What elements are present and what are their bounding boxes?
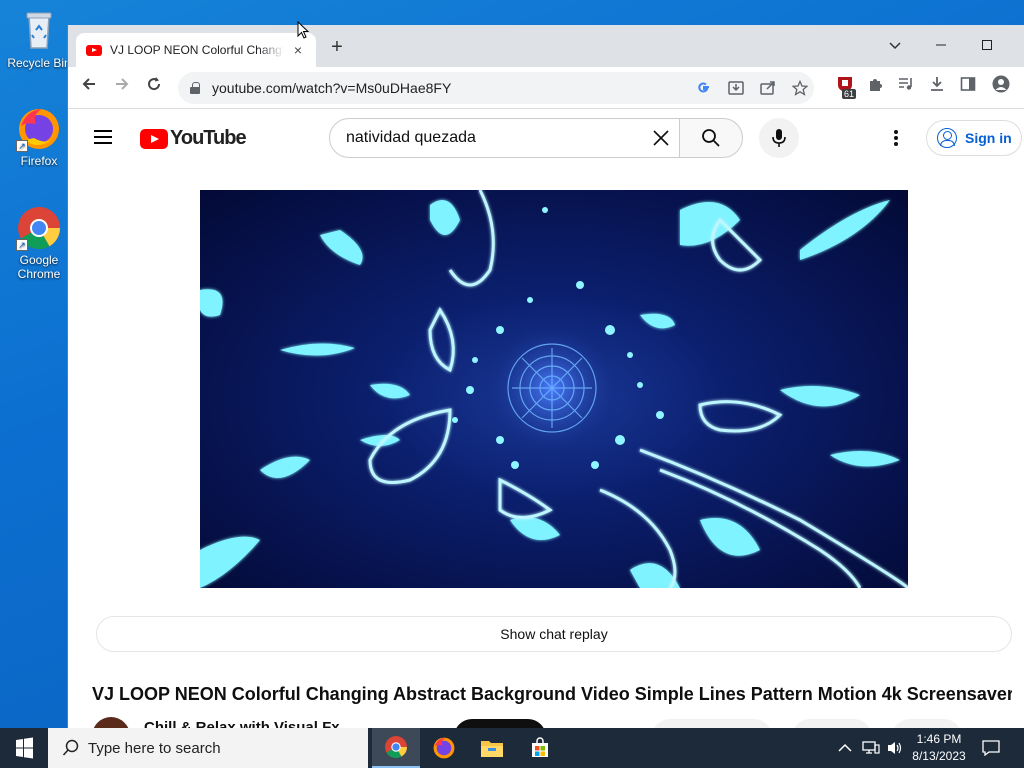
- settings-more-icon[interactable]: [884, 128, 908, 152]
- search-icon: [62, 739, 79, 756]
- taskbar-firefox[interactable]: [420, 728, 468, 768]
- youtube-header: YouTube natividad quezada Sign in: [68, 110, 1024, 166]
- notification-center-icon[interactable]: [982, 728, 1000, 768]
- channel-row: Chill & Relax with Visual Fx: [92, 715, 1022, 728]
- taskbar-search-placeholder: Type here to search: [88, 739, 221, 757]
- folder-icon: [481, 741, 503, 757]
- chrome-icon: [385, 736, 407, 758]
- youtube-favicon-icon: [86, 44, 102, 56]
- taskbar-microsoft-store[interactable]: [516, 728, 564, 768]
- desktop-icon-label: Recycle Bin: [7, 56, 71, 70]
- channel-avatar[interactable]: [92, 717, 130, 728]
- firefox-icon: ↗: [16, 106, 62, 152]
- google-lens-icon[interactable]: [694, 80, 714, 100]
- search-input[interactable]: natividad quezada: [329, 118, 680, 158]
- search-query: natividad quezada: [346, 129, 476, 146]
- desktop-icon-firefox[interactable]: ↗ Firefox: [6, 106, 72, 168]
- clock-date: 8/13/2023: [912, 749, 966, 763]
- minimize-button[interactable]: [918, 31, 964, 59]
- desktop-icon-label: Firefox: [20, 154, 58, 168]
- video-frame-image: [200, 190, 908, 588]
- taskbar-file-explorer[interactable]: [468, 728, 516, 768]
- download-icon[interactable]: [924, 75, 950, 101]
- youtube-logo[interactable]: YouTube: [140, 127, 247, 150]
- mouse-cursor-icon: [297, 20, 310, 45]
- desktop-icon-label: Google Chrome: [17, 253, 61, 281]
- browser-toolbar: youtube.com/watch?v=Ms0uDHae8FY 61: [68, 67, 1024, 109]
- sign-in-label: Sign in: [965, 130, 1012, 146]
- shortcut-arrow-icon: ↗: [16, 140, 28, 152]
- start-button[interactable]: [0, 728, 48, 768]
- show-hidden-icons-chevron-icon[interactable]: [838, 728, 852, 768]
- youtube-play-icon: [140, 128, 168, 149]
- taskbar: Type here to search 1:46 PM 8/13/2023: [0, 728, 1024, 768]
- voice-search-button[interactable]: [759, 118, 799, 158]
- share-button[interactable]: [792, 719, 872, 728]
- chrome-icon: ↗: [16, 205, 62, 251]
- search-icon: [702, 129, 720, 147]
- maximize-button[interactable]: [964, 31, 1010, 59]
- video-player[interactable]: [200, 190, 908, 588]
- sign-in-button[interactable]: Sign in: [926, 120, 1022, 156]
- youtube-wordmark: YouTube: [170, 127, 247, 149]
- taskbar-search-box[interactable]: Type here to search: [48, 728, 368, 768]
- media-queue-icon[interactable]: [893, 75, 919, 101]
- bookmark-star-icon[interactable]: [790, 79, 810, 100]
- url-text: youtube.com/watch?v=Ms0uDHae8FY: [212, 80, 452, 96]
- tab-strip: VJ LOOP NEON Colorful Changing Abstract …: [68, 25, 1024, 67]
- microphone-icon: [772, 129, 786, 147]
- profile-icon[interactable]: [988, 75, 1014, 101]
- shortcut-arrow-icon: ↗: [16, 239, 28, 251]
- recycle-bin-icon: [16, 8, 62, 54]
- show-chat-replay-button[interactable]: Show chat replay: [96, 616, 1012, 652]
- more-actions-button[interactable]: [892, 719, 962, 728]
- subscribe-button[interactable]: [454, 719, 546, 728]
- share-icon[interactable]: [758, 80, 778, 100]
- store-bag-icon: [532, 737, 548, 757]
- forward-arrow-icon[interactable]: [109, 75, 135, 101]
- account-circle-icon: [937, 128, 957, 148]
- address-bar[interactable]: youtube.com/watch?v=Ms0uDHae8FY: [178, 72, 814, 104]
- like-button[interactable]: [652, 719, 772, 728]
- new-tab-button[interactable]: +: [326, 37, 348, 59]
- taskbar-clock[interactable]: 1:46 PM 8/13/2023: [908, 731, 970, 765]
- video-title: VJ LOOP NEON Colorful Changing Abstract …: [92, 684, 1012, 704]
- volume-icon[interactable]: [886, 728, 904, 768]
- taskbar-chrome[interactable]: [372, 728, 420, 768]
- firefox-icon: [433, 737, 455, 759]
- tab-search-chevron-icon[interactable]: [872, 31, 918, 59]
- desktop-icon-recycle-bin[interactable]: Recycle Bin: [6, 8, 72, 70]
- channel-name[interactable]: Chill & Relax with Visual Fx: [144, 719, 340, 728]
- desktop-icon-google-chrome[interactable]: ↗ Google Chrome: [6, 205, 72, 281]
- windows-logo-icon: [16, 737, 33, 759]
- clear-search-icon[interactable]: [649, 126, 673, 150]
- tab-title: VJ LOOP NEON Colorful Changing Abstract …: [110, 43, 284, 57]
- search-button[interactable]: [679, 118, 743, 158]
- extension-badge: 61: [842, 89, 857, 99]
- lock-icon: [190, 82, 200, 94]
- back-arrow-icon[interactable]: [76, 75, 102, 101]
- network-icon[interactable]: [862, 728, 880, 768]
- browser-window: VJ LOOP NEON Colorful Changing Abstract …: [67, 25, 1024, 728]
- install-app-icon[interactable]: [726, 80, 746, 100]
- clock-time: 1:46 PM: [916, 732, 962, 746]
- extensions-puzzle-icon[interactable]: [862, 75, 888, 101]
- tab-youtube[interactable]: VJ LOOP NEON Colorful Changing Abstract …: [76, 33, 316, 67]
- reload-icon[interactable]: [141, 75, 167, 101]
- guide-menu-icon[interactable]: [94, 130, 112, 144]
- extension-shield-icon[interactable]: 61: [832, 75, 858, 101]
- side-panel-icon[interactable]: [955, 75, 981, 101]
